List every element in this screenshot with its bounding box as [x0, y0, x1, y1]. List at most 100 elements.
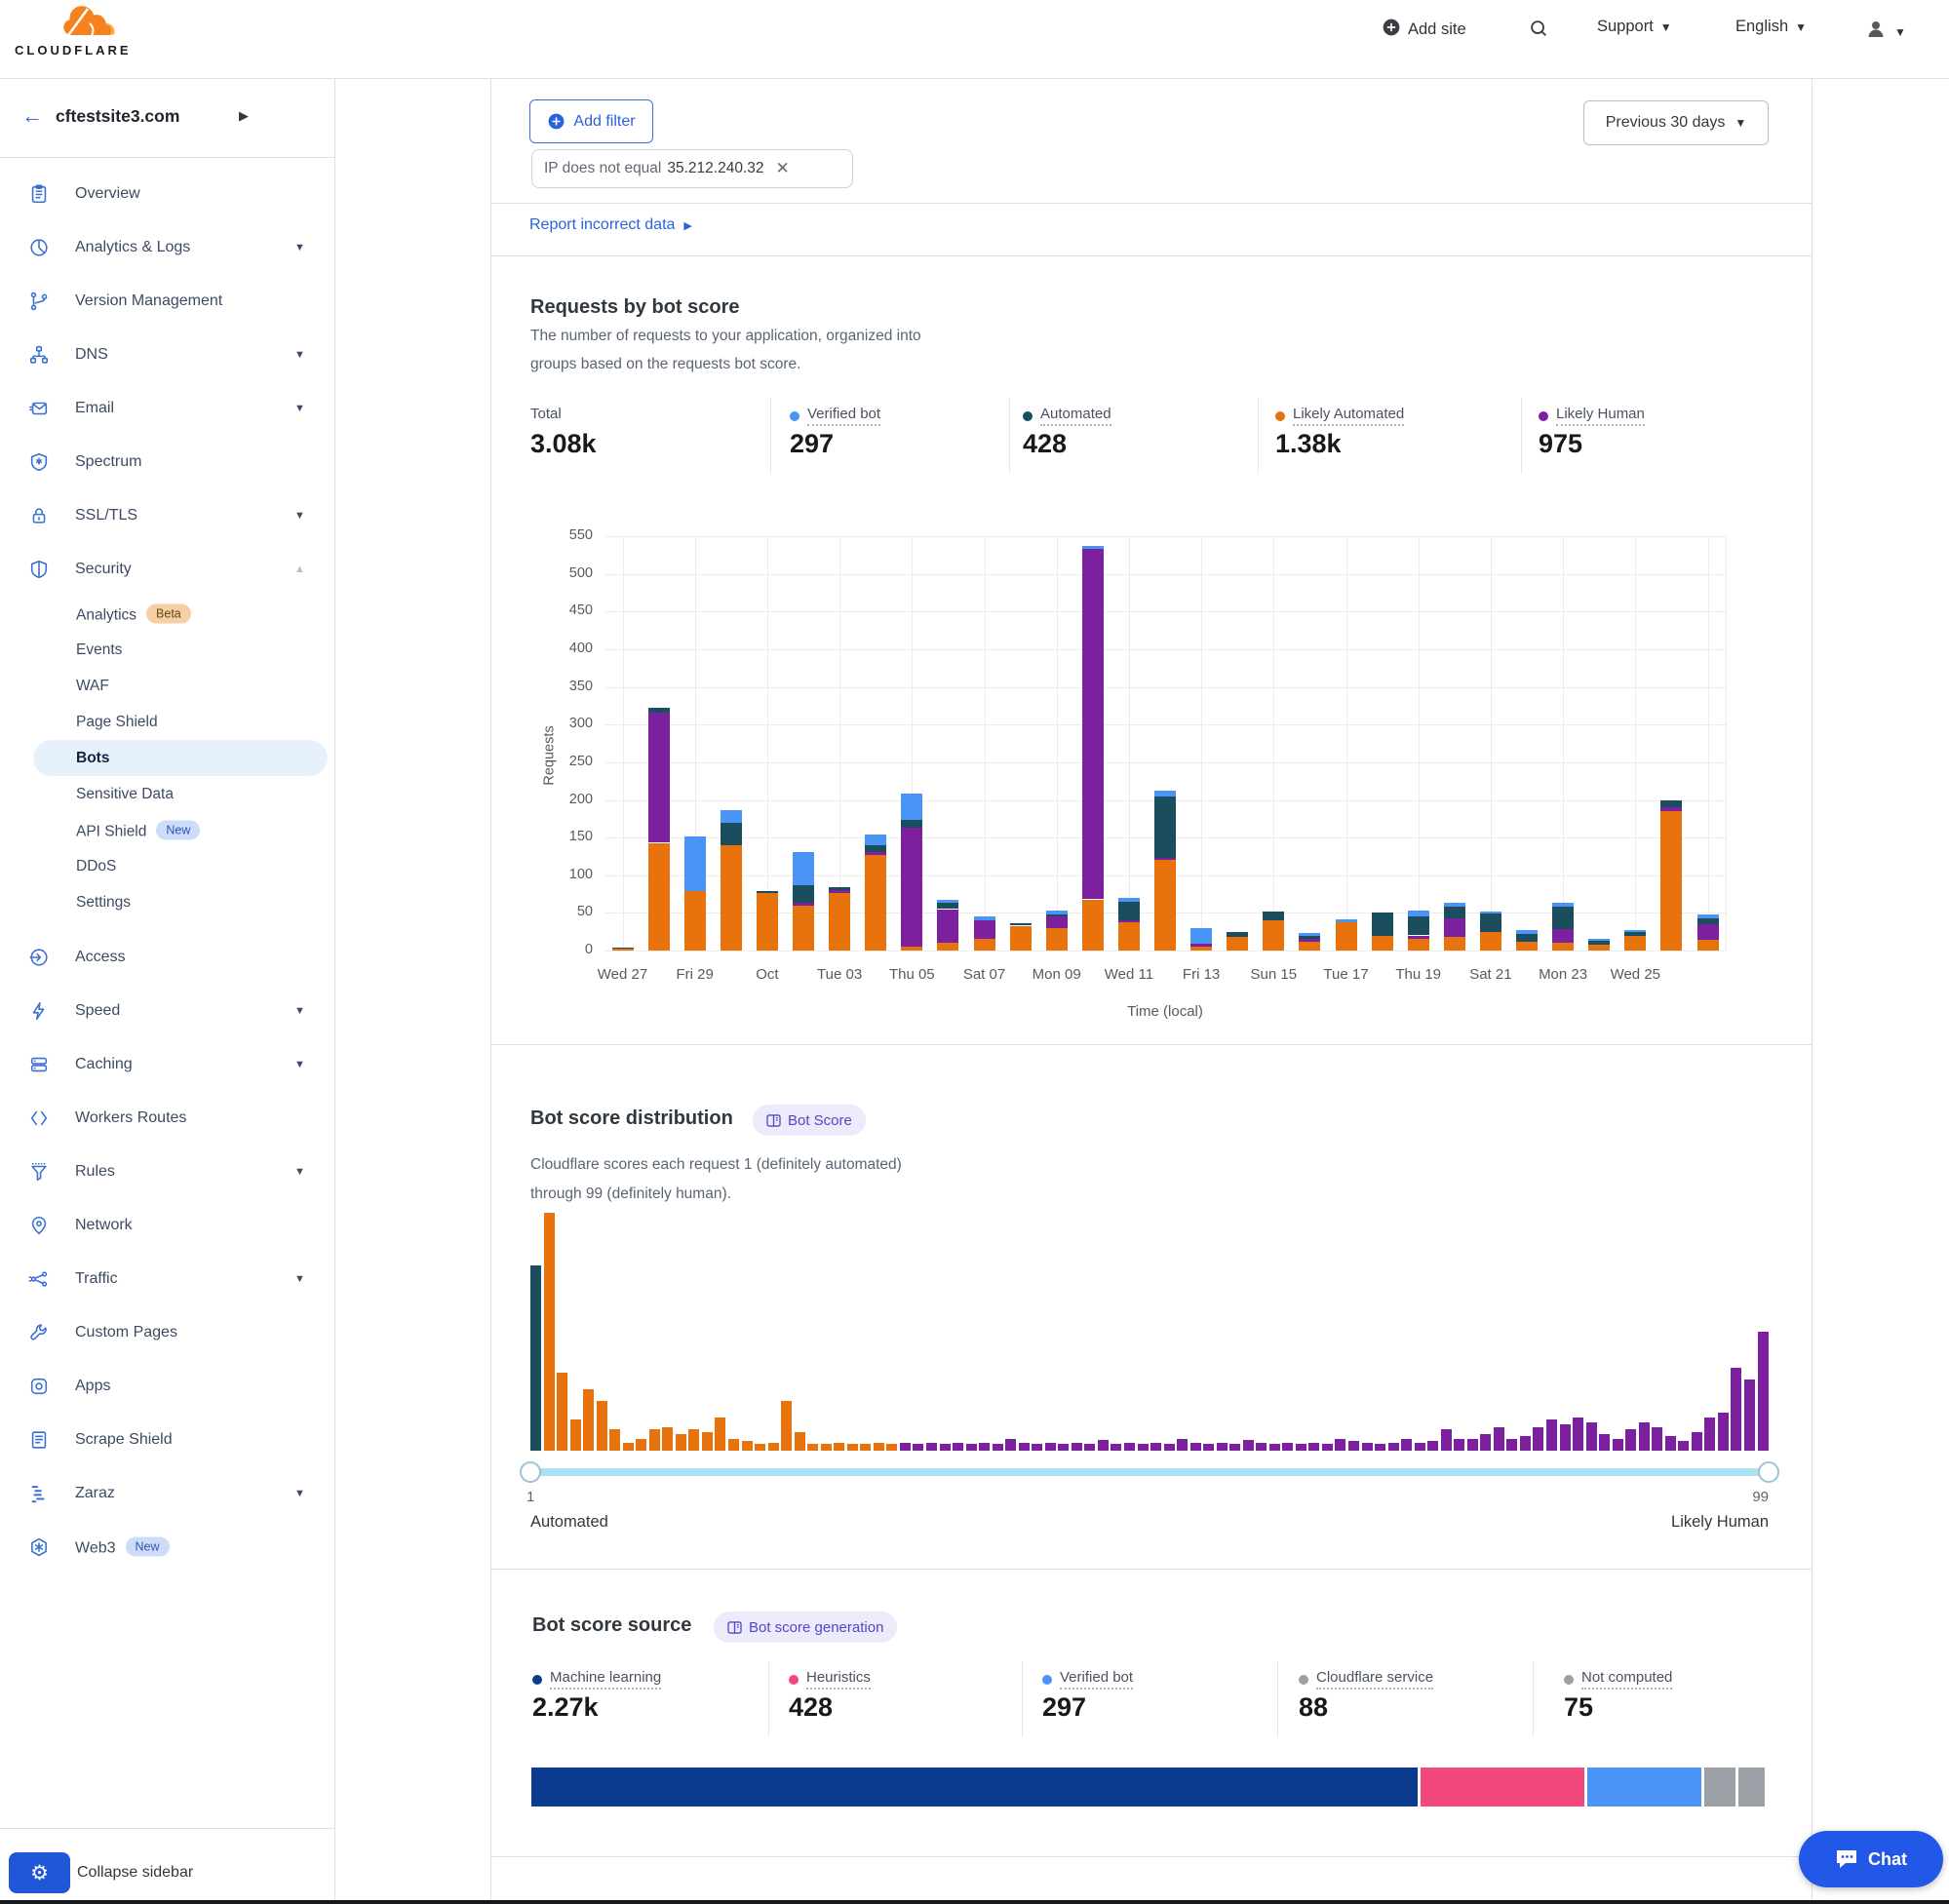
- bar-segment-automated: [1516, 934, 1538, 942]
- add-filter-button[interactable]: Add filter: [529, 99, 653, 143]
- sidebar-item-spectrum[interactable]: Spectrum: [0, 435, 334, 488]
- histogram-bar: [1296, 1444, 1306, 1451]
- chat-button[interactable]: Chat: [1799, 1831, 1943, 1887]
- chevron-down-icon: ▼: [294, 1273, 305, 1285]
- sidebar-item-ssl-tls[interactable]: SSL/TLS▼: [0, 488, 334, 542]
- sidebar-item-access[interactable]: Access: [0, 930, 334, 984]
- collapse-sidebar-button[interactable]: Collapse sidebar: [77, 1864, 193, 1882]
- back-arrow-icon[interactable]: ←: [21, 103, 43, 129]
- site-name[interactable]: cftestsite3.com: [56, 106, 179, 127]
- gridline: [1563, 536, 1564, 951]
- sidebar-item-overview[interactable]: Overview: [0, 167, 334, 220]
- workers-icon: [28, 1107, 50, 1129]
- histogram-bar: [900, 1443, 911, 1452]
- sidebar-subitem-page-shield[interactable]: Page Shield: [0, 704, 334, 740]
- legend-dot: [1275, 411, 1285, 421]
- sidebar-item-analytics-logs[interactable]: Analytics & Logs▼: [0, 220, 334, 274]
- traffic-icon: [28, 1268, 50, 1290]
- site-switcher-icon[interactable]: ▶: [239, 108, 249, 124]
- bar-segment-likely-human: [974, 920, 995, 939]
- slider-handle-min[interactable]: [520, 1461, 541, 1483]
- sidebar-item-caching[interactable]: Caching▼: [0, 1037, 334, 1091]
- language-menu[interactable]: English▼: [1735, 18, 1807, 36]
- stat-label-machine-learning[interactable]: Machine learning: [532, 1669, 661, 1690]
- sidebar-item-speed[interactable]: Speed▼: [0, 984, 334, 1037]
- bar-segment-likely-automated: [829, 893, 850, 951]
- sidebar-subitem-sensitive-data[interactable]: Sensitive Data: [0, 776, 334, 812]
- bar-segment-verified-bot: [865, 835, 886, 845]
- histogram-bar: [1625, 1429, 1636, 1451]
- bar-segment-likely-human: [1118, 920, 1140, 922]
- gridline: [604, 762, 1726, 763]
- sidebar-subitem-analytics[interactable]: AnalyticsBeta: [0, 596, 334, 632]
- sidebar-subitem-ddos[interactable]: DDoS: [0, 848, 334, 884]
- stat-label-likely-human[interactable]: Likely Human: [1539, 406, 1645, 426]
- histogram-bar: [649, 1429, 660, 1451]
- sidebar-subitem-waf[interactable]: WAF: [0, 668, 334, 704]
- stat-label-verified-bot[interactable]: Verified bot: [790, 406, 880, 426]
- bar-segment-automated: [1624, 932, 1646, 936]
- gridline: [1635, 536, 1636, 951]
- stat-label-not-computed[interactable]: Not computed: [1564, 1669, 1672, 1690]
- sidebar-item-email[interactable]: Email▼: [0, 381, 334, 435]
- account-menu[interactable]: ▼: [1864, 18, 1906, 46]
- sidebar-item-apps[interactable]: Apps: [0, 1359, 334, 1413]
- report-incorrect-data-link[interactable]: Report incorrect data▶: [529, 216, 692, 234]
- y-tick-label: 550: [536, 527, 593, 543]
- stat-label-likely-automated[interactable]: Likely Automated: [1275, 406, 1404, 426]
- search-button[interactable]: [1528, 18, 1549, 44]
- sidebar-item-custom-pages[interactable]: Custom Pages: [0, 1305, 334, 1359]
- sidebar-item-workers-routes[interactable]: Workers Routes: [0, 1091, 334, 1145]
- filter-chip-value: 35.212.240.32: [667, 160, 763, 177]
- sidebar-item-version-management[interactable]: Version Management: [0, 274, 334, 328]
- gridline: [1491, 536, 1492, 951]
- stat-label-automated[interactable]: Automated: [1023, 406, 1111, 426]
- sidebar-item-scrape-shield[interactable]: Scrape Shield: [0, 1413, 334, 1466]
- stat-label-verified-bot[interactable]: Verified bot: [1042, 1669, 1133, 1690]
- add-site-button[interactable]: Add site: [1382, 18, 1466, 42]
- sidebar-border: [334, 78, 335, 1904]
- slider-handle-max[interactable]: [1758, 1461, 1779, 1483]
- remove-filter-icon[interactable]: ✕: [776, 159, 790, 178]
- histogram-bar: [1190, 1443, 1201, 1452]
- sidebar-item-security[interactable]: Security▲: [0, 542, 334, 596]
- histogram-bar: [1480, 1434, 1491, 1451]
- bar-segment-likely-automated: [1480, 932, 1501, 951]
- chevron-down-icon: ▼: [294, 1005, 305, 1017]
- bar-segment-verified-bot: [1082, 546, 1104, 549]
- histogram-bar: [1401, 1439, 1412, 1451]
- sidebar-subitem-events[interactable]: Events: [0, 632, 334, 668]
- plot-right-edge: [1726, 536, 1727, 951]
- score-slider-track[interactable]: [530, 1468, 1769, 1476]
- sidebar-item-web3[interactable]: Web3New: [0, 1520, 334, 1574]
- bar-segment-automated: [1118, 902, 1140, 920]
- support-menu[interactable]: Support▼: [1597, 18, 1672, 36]
- bar-segment-likely-human: [648, 713, 670, 843]
- bar-segment-likely-automated: [648, 843, 670, 952]
- requests-title: Requests by bot score: [530, 296, 740, 319]
- y-axis-label: Requests: [542, 725, 558, 785]
- docs-icon: [766, 1114, 781, 1127]
- sidebar-item-rules[interactable]: Rules▼: [0, 1145, 334, 1198]
- sidebar-item-traffic[interactable]: Traffic▼: [0, 1252, 334, 1305]
- preferences-button[interactable]: ⚙: [9, 1852, 70, 1893]
- sidebar-item-network[interactable]: Network: [0, 1198, 334, 1252]
- bar-segment-likely-automated: [1046, 928, 1068, 951]
- sidebar-subitem-api-shield[interactable]: API ShieldNew: [0, 812, 334, 848]
- date-range-select[interactable]: Previous 30 days▼: [1583, 100, 1769, 145]
- bar-segment-likely-automated: [1408, 939, 1429, 951]
- sidebar-item-zaraz[interactable]: Zaraz▼: [0, 1466, 334, 1520]
- bot-score-badge[interactable]: Bot Score: [753, 1105, 866, 1136]
- y-tick-label: 400: [536, 641, 593, 656]
- source-segment-verified-bot: [1587, 1768, 1700, 1807]
- spectrum-icon: [28, 451, 50, 473]
- sidebar-item-dns[interactable]: DNS▼: [0, 328, 334, 381]
- bot-score-generation-badge[interactable]: Bot score generation: [714, 1612, 897, 1643]
- stat-label-heuristics[interactable]: Heuristics: [789, 1669, 871, 1690]
- sidebar-subitem-settings[interactable]: Settings: [0, 884, 334, 920]
- stat-value-verified-bot: 297: [790, 429, 834, 459]
- stat-label-cloudflare-service[interactable]: Cloudflare service: [1299, 1669, 1433, 1690]
- bar-segment-automated: [1588, 941, 1610, 945]
- sidebar-subitem-bots[interactable]: Bots: [0, 740, 334, 776]
- filter-chip: IP does not equal 35.212.240.32 ✕: [531, 149, 853, 188]
